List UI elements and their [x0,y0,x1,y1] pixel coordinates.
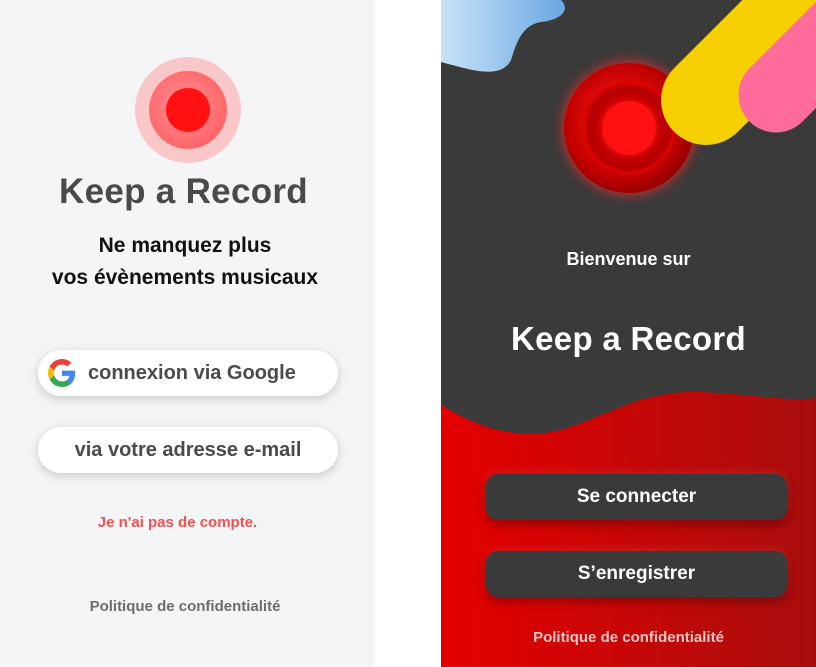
email-login-button[interactable]: via votre adresse e-mail [38,427,338,473]
welcome-text: Bienvenue sur [566,249,691,269]
google-g-icon [48,359,76,387]
email-button-label: via votre adresse e-mail [74,438,302,461]
tagline-line-2: vos évènements musicaux [51,266,319,289]
register-button-label: S’enregistrer [577,563,696,584]
register-button[interactable]: S’enregistrer [486,551,787,597]
tagline-line-1: Ne manquez plus [98,234,272,257]
google-login-button[interactable]: connexion via Google [38,350,338,396]
welcome-screen-dark: Bienvenue sur Keep a Record Se connecter… [441,0,816,667]
no-account-link[interactable]: Je n'ai pas de compte. [0,514,355,531]
privacy-policy-link[interactable]: Politique de confidentialité [441,629,816,646]
google-button-label: connexion via Google [88,362,296,384]
logo-core [166,88,210,132]
login-screen-light: Keep a Record Ne manquez plus vos évènem… [0,0,375,667]
app-title: Keep a Record [511,320,746,357]
privacy-policy-link[interactable]: Politique de confidentialité [0,598,370,615]
login-button[interactable]: Se connecter [486,474,787,520]
login-button-label: Se connecter [576,486,697,507]
app-title: Keep a Record [59,172,308,211]
